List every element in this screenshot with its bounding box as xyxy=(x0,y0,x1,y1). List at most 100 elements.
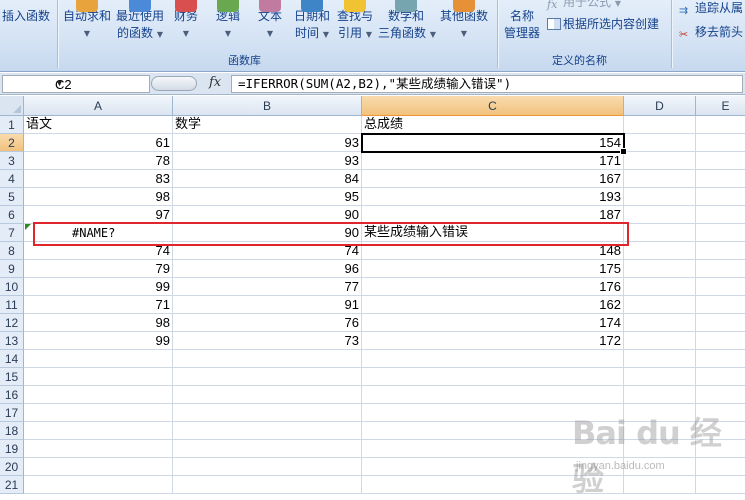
cell-d2[interactable] xyxy=(624,134,696,152)
cell-d4[interactable] xyxy=(624,170,696,188)
cell-b21[interactable] xyxy=(173,476,362,494)
row-header-18[interactable]: 18 xyxy=(0,422,24,440)
financial-button[interactable]: 财务 ▼ xyxy=(170,0,202,42)
cell-d21[interactable] xyxy=(624,476,696,494)
cell-d12[interactable] xyxy=(624,314,696,332)
cell-e3[interactable] xyxy=(696,152,745,170)
cell-e18[interactable] xyxy=(696,422,745,440)
column-header-b[interactable]: B xyxy=(173,96,362,116)
cell-c15[interactable] xyxy=(362,368,624,386)
row-header-15[interactable]: 15 xyxy=(0,368,24,386)
cell-a13[interactable]: 99 xyxy=(24,332,173,350)
error-indicator-icon[interactable] xyxy=(25,224,31,230)
cell-e8[interactable] xyxy=(696,242,745,260)
cell-c4[interactable]: 167 xyxy=(362,170,624,188)
cell-a9[interactable]: 79 xyxy=(24,260,173,278)
cell-d17[interactable] xyxy=(624,404,696,422)
column-header-d[interactable]: D xyxy=(624,96,696,116)
row-header-8[interactable]: 8 xyxy=(0,242,24,260)
row-header-20[interactable]: 20 xyxy=(0,458,24,476)
cell-e5[interactable] xyxy=(696,188,745,206)
cell-d5[interactable] xyxy=(624,188,696,206)
row-header-2[interactable]: 2 xyxy=(0,134,24,152)
remove-arrows-button[interactable]: ✂ 移去箭头 xyxy=(679,24,743,41)
cell-d20[interactable] xyxy=(624,458,696,476)
cell-e12[interactable] xyxy=(696,314,745,332)
cell-e10[interactable] xyxy=(696,278,745,296)
cell-b11[interactable]: 91 xyxy=(173,296,362,314)
cell-e6[interactable] xyxy=(696,206,745,224)
cell-e4[interactable] xyxy=(696,170,745,188)
cell-b20[interactable] xyxy=(173,458,362,476)
autosum-button[interactable]: 自动求和 ▼ xyxy=(61,0,113,42)
cell-d8[interactable] xyxy=(624,242,696,260)
cell-a12[interactable]: 98 xyxy=(24,314,173,332)
cell-a1[interactable]: 语文 xyxy=(24,116,173,134)
row-header-13[interactable]: 13 xyxy=(0,332,24,350)
cell-e21[interactable] xyxy=(696,476,745,494)
formula-input[interactable]: =IFERROR(SUM(A2,B2),"某些成绩输入错误") xyxy=(231,75,743,93)
cell-c16[interactable] xyxy=(362,386,624,404)
cell-b16[interactable] xyxy=(173,386,362,404)
row-header-5[interactable]: 5 xyxy=(0,188,24,206)
name-box[interactable]: C2 ▼ xyxy=(2,75,150,93)
trace-precedents-button[interactable]: ⇉ 追踪从属 xyxy=(679,0,743,17)
cell-b6[interactable]: 90 xyxy=(173,206,362,224)
cell-e14[interactable] xyxy=(696,350,745,368)
other-functions-button[interactable]: 其他函数 ▼ xyxy=(438,0,490,42)
cell-e1[interactable] xyxy=(696,116,745,134)
recently-used-button[interactable]: 最近使用 的函数 ▼ xyxy=(114,0,166,43)
cell-c13[interactable]: 172 xyxy=(362,332,624,350)
row-header-3[interactable]: 3 xyxy=(0,152,24,170)
cell-d9[interactable] xyxy=(624,260,696,278)
cell-a3[interactable]: 78 xyxy=(24,152,173,170)
cell-c7[interactable]: 某些成绩输入错误 xyxy=(362,224,624,242)
row-header-10[interactable]: 10 xyxy=(0,278,24,296)
row-header-14[interactable]: 14 xyxy=(0,350,24,368)
cell-b19[interactable] xyxy=(173,440,362,458)
create-from-selection-button[interactable]: 根据所选内容创建 xyxy=(547,16,659,32)
cell-c6[interactable]: 187 xyxy=(362,206,624,224)
cell-b7[interactable]: 90 xyxy=(173,224,362,242)
cell-c5[interactable]: 193 xyxy=(362,188,624,206)
cell-b10[interactable]: 77 xyxy=(173,278,362,296)
cell-a17[interactable] xyxy=(24,404,173,422)
cell-c21[interactable] xyxy=(362,476,624,494)
cell-a19[interactable] xyxy=(24,440,173,458)
cell-c19[interactable] xyxy=(362,440,624,458)
cell-b8[interactable]: 74 xyxy=(173,242,362,260)
name-manager-button[interactable]: 名称 管理器 xyxy=(502,8,542,42)
row-header-17[interactable]: 17 xyxy=(0,404,24,422)
cell-e15[interactable] xyxy=(696,368,745,386)
cell-a14[interactable] xyxy=(24,350,173,368)
cell-a20[interactable] xyxy=(24,458,173,476)
cell-b12[interactable]: 76 xyxy=(173,314,362,332)
cell-a18[interactable] xyxy=(24,422,173,440)
cell-c18[interactable] xyxy=(362,422,624,440)
formula-expand-handle[interactable] xyxy=(151,76,197,91)
cell-c14[interactable] xyxy=(362,350,624,368)
cell-d6[interactable] xyxy=(624,206,696,224)
cell-b15[interactable] xyxy=(173,368,362,386)
cell-d18[interactable] xyxy=(624,422,696,440)
cell-d19[interactable] xyxy=(624,440,696,458)
insert-function-icon[interactable]: fx xyxy=(209,75,221,90)
cell-c17[interactable] xyxy=(362,404,624,422)
row-header-21[interactable]: 21 xyxy=(0,476,24,494)
cell-a7[interactable]: #NAME? xyxy=(24,224,173,242)
cell-c10[interactable]: 176 xyxy=(362,278,624,296)
cell-b18[interactable] xyxy=(173,422,362,440)
cell-c1[interactable]: 总成绩 xyxy=(362,116,624,134)
cell-e13[interactable] xyxy=(696,332,745,350)
column-header-a[interactable]: A xyxy=(24,96,173,116)
cell-b1[interactable]: 数学 xyxy=(173,116,362,134)
cell-a15[interactable] xyxy=(24,368,173,386)
cell-d15[interactable] xyxy=(624,368,696,386)
cell-e17[interactable] xyxy=(696,404,745,422)
logical-button[interactable]: 逻辑 ▼ xyxy=(212,0,244,42)
cell-a21[interactable] xyxy=(24,476,173,494)
cell-d11[interactable] xyxy=(624,296,696,314)
math-button[interactable]: 数学和 三角函数 ▼ xyxy=(378,0,436,43)
row-header-7[interactable]: 7 xyxy=(0,224,24,242)
cell-e11[interactable] xyxy=(696,296,745,314)
